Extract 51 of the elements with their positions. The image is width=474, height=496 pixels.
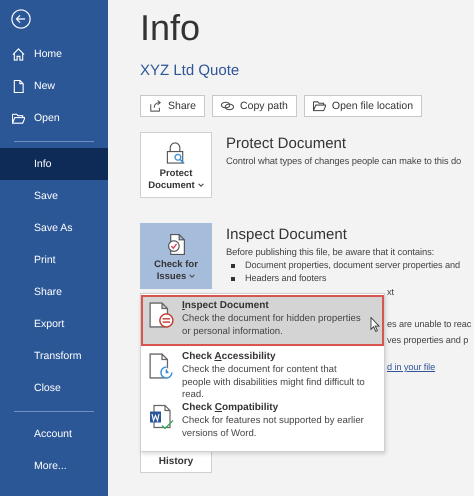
link-icon — [221, 100, 234, 112]
menu-item-description: Check for features not supported by earlier versions of Word. — [182, 415, 365, 440]
partial-text: ves properties and p — [387, 334, 468, 347]
partial-text: es are unable to reac — [387, 318, 472, 331]
sidebar-item[interactable]: New — [0, 70, 108, 102]
bullet-text: Headers and footers — [245, 273, 326, 283]
sidebar-item[interactable]: Transform — [0, 340, 108, 372]
caret-icon — [198, 183, 204, 188]
link[interactable]: d in your file — [387, 359, 436, 375]
document-icon — [149, 353, 174, 379]
action-button[interactable]: Copy path — [212, 95, 297, 117]
sidebar-item[interactable]: More... — [0, 450, 108, 482]
check-for-issues-button[interactable]: Check for Issues — [140, 223, 212, 289]
section-description: Control what types of changes people can make to this do — [226, 155, 462, 166]
sidebar-item[interactable]: Close — [0, 372, 108, 404]
caret-icon — [189, 274, 196, 278]
section-title: Inspect Document — [226, 226, 348, 243]
action-button[interactable]: Open file location — [304, 95, 422, 117]
sidebar-item[interactable]: Save As — [0, 212, 108, 244]
partial-text: xt — [387, 286, 394, 299]
section-description: Before publishing this file, be aware that it contains: — [226, 246, 436, 257]
back-icon[interactable] — [11, 9, 31, 29]
cursor-icon — [370, 317, 380, 332]
document-check-icon — [168, 234, 184, 255]
page-title: Info — [140, 6, 202, 50]
folder-icon — [12, 112, 25, 124]
sidebar-item[interactable]: Save — [0, 180, 108, 212]
sidebar-item[interactable]: Home — [0, 38, 108, 70]
sidebar-item[interactable]: Info — [0, 148, 108, 180]
protect-document-button[interactable]: Protect Document — [140, 132, 212, 198]
word-document-icon — [149, 404, 174, 430]
section-title: Protect Document — [226, 135, 348, 152]
sidebar-item[interactable]: Share — [0, 276, 108, 308]
action-button[interactable]: Share — [140, 95, 206, 117]
share-icon — [149, 100, 162, 112]
document-icon — [12, 80, 25, 92]
lock-icon — [166, 142, 186, 164]
document-name: XYZ Ltd Quote — [140, 62, 240, 79]
menu-item-title: Check Compatibility — [182, 402, 280, 413]
home-icon — [12, 48, 25, 60]
folder-icon — [312, 100, 326, 112]
menu-item-title: Check Accessibility — [182, 351, 277, 362]
sidebar-item[interactable]: Print — [0, 244, 108, 276]
sidebar-item[interactable]: Open — [0, 102, 108, 134]
document-icon — [149, 302, 174, 328]
menu-item-description: Check the document for hidden properties or personal information. — [182, 313, 362, 338]
sidebar-item[interactable]: Export — [0, 308, 108, 340]
sidebar-item[interactable]: Account — [0, 418, 108, 450]
bullet-text: Document properties, document server properties and — [245, 260, 460, 270]
menu-item[interactable]: Inspect Document Check the document for hidden properties or personal information. — [141, 295, 384, 346]
menu-item-title: Inspect Document — [182, 300, 270, 311]
